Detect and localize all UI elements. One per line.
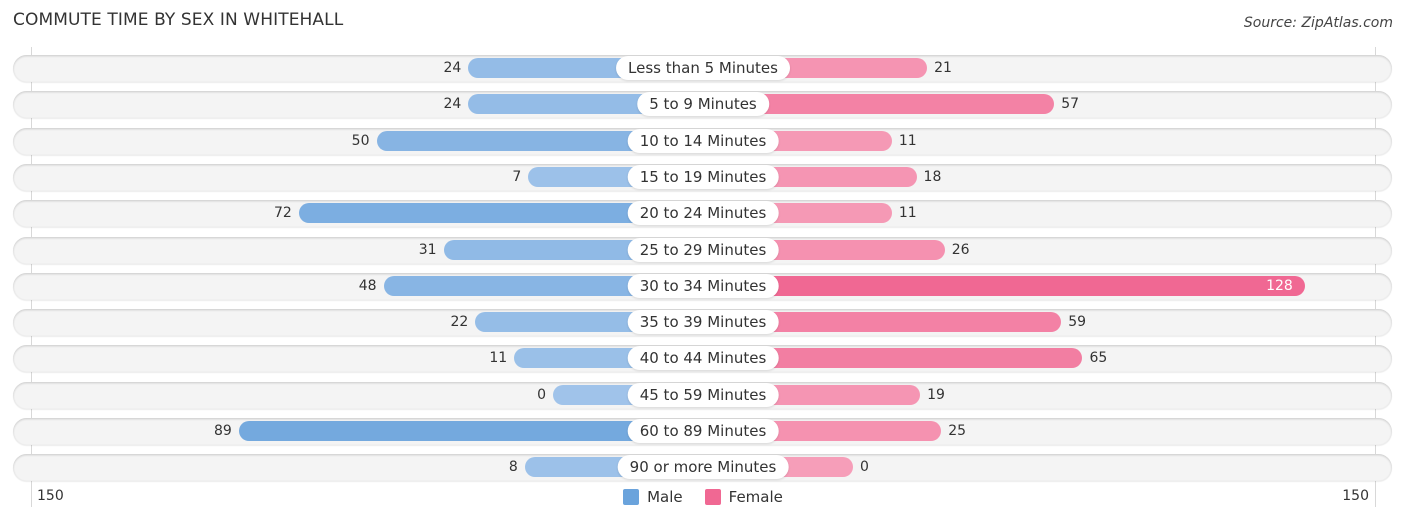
value-label-male: 7 (512, 168, 522, 185)
legend-item-male[interactable]: Male (623, 488, 683, 506)
value-label-female: 128 (1266, 277, 1293, 294)
value-label-male: 22 (450, 314, 469, 331)
value-label-female: 18 (923, 168, 942, 185)
category-label: 10 to 14 Minutes (627, 128, 779, 153)
value-label-female: 21 (934, 60, 952, 76)
value-label-male: 48 (358, 277, 377, 294)
value-label-male: 8 (508, 459, 518, 476)
value-label-female: 25 (948, 423, 967, 439)
category-label: 15 to 19 Minutes (627, 164, 779, 189)
category-label: 60 to 89 Minutes (627, 419, 779, 443)
value-label-female: 57 (1061, 96, 1080, 113)
value-label-female: 0 (860, 459, 869, 476)
category-label: 90 or more Minutes (617, 455, 789, 480)
category-label: 45 to 59 Minutes (627, 382, 779, 407)
value-label-female: 26 (951, 241, 970, 258)
value-label-male: 11 (489, 350, 508, 367)
category-label: 25 to 29 Minutes (627, 237, 779, 262)
legend-label-female: Female (728, 488, 783, 506)
value-label-male: 89 (214, 423, 232, 439)
value-label-female: 19 (927, 386, 945, 403)
legend-swatch-male (623, 489, 640, 505)
category-label: 30 to 34 Minutes (627, 273, 779, 298)
bar-female[interactable] (703, 275, 1305, 296)
value-label-male: 0 (537, 386, 546, 403)
value-label-female: 59 (1068, 314, 1087, 331)
value-label-male: 24 (443, 60, 462, 76)
value-label-male: 24 (443, 96, 462, 113)
category-label: Less than 5 Minutes (616, 56, 790, 80)
value-label-female: 11 (898, 205, 917, 222)
value-label-male: 31 (418, 241, 437, 258)
category-label: 35 to 39 Minutes (627, 310, 779, 335)
category-label: 40 to 44 Minutes (627, 346, 779, 371)
value-label-male: 50 (351, 132, 370, 149)
value-label-male: 72 (274, 205, 292, 222)
category-label: 20 to 24 Minutes (627, 201, 779, 226)
legend-swatch-female (704, 489, 721, 505)
legend-item-female[interactable]: Female (704, 488, 783, 506)
value-label-female: 65 (1089, 350, 1108, 367)
legend: Male Female (0, 488, 1406, 506)
legend-label-male: Male (647, 488, 683, 506)
chart-area: 24 21 Less than 5 Minutes 24 57 5 to 9 Minute… (0, 0, 1406, 522)
category-label: 5 to 9 Minutes (637, 92, 769, 117)
value-label-female: 11 (898, 132, 917, 149)
